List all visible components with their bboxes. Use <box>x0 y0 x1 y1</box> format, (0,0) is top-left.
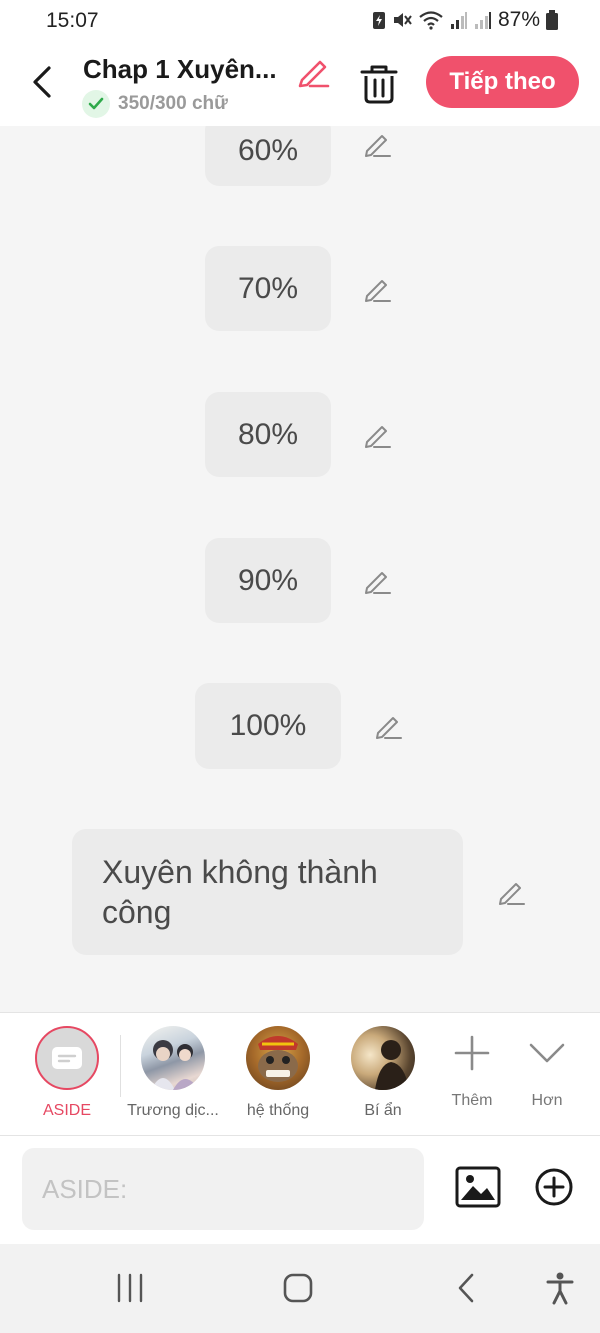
signal-icon <box>450 12 467 29</box>
pencil-icon <box>376 717 402 739</box>
trash-icon <box>360 65 398 104</box>
word-count-text: 350/300 chữ <box>118 93 228 114</box>
mute-icon <box>393 13 412 27</box>
battery-icon <box>546 10 558 30</box>
delete-button[interactable] <box>358 62 400 106</box>
signal-icon-2 <box>474 12 491 29</box>
word-count: 350/300 chữ <box>82 90 228 118</box>
home-icon <box>283 1273 313 1303</box>
pencil-icon <box>499 883 525 905</box>
add-character-button[interactable]: Thêm <box>437 1033 507 1110</box>
system-nav-bar <box>0 1244 600 1333</box>
character-name: Trương dịc... <box>127 1102 219 1119</box>
plus-icon <box>454 1035 490 1071</box>
edit-message-button[interactable] <box>362 274 392 304</box>
back-button[interactable] <box>22 60 62 104</box>
edit-title-button[interactable] <box>294 54 332 88</box>
status-bar: 15:07 87% <box>0 0 600 44</box>
wifi-icon <box>419 11 443 30</box>
avatar <box>141 1026 205 1090</box>
pencil-icon <box>365 135 391 157</box>
accessibility-icon <box>546 1272 574 1305</box>
composer <box>0 1136 600 1244</box>
battery-percent: 87% <box>497 8 540 31</box>
message-bubble[interactable]: 100% <box>195 683 341 769</box>
image-icon <box>455 1166 501 1208</box>
pencil-icon <box>298 60 330 88</box>
edit-message-button[interactable] <box>362 566 392 596</box>
divider <box>120 1035 121 1097</box>
next-button[interactable]: Tiếp theo <box>426 56 579 108</box>
recent-apps-icon <box>117 1273 143 1303</box>
message-bubble[interactable]: Xuyên không thành công <box>72 829 463 955</box>
add-label: Thêm <box>451 1092 493 1109</box>
chevron-down-icon <box>529 1043 565 1063</box>
character-name: hệ thống <box>246 1102 310 1119</box>
editor-header: Chap 1 Xuyên... 350/300 chữ Tiếp theo <box>0 44 600 126</box>
avatar <box>246 1026 310 1090</box>
chevron-left-icon <box>33 66 51 98</box>
battery-saver-icon <box>372 12 385 29</box>
insert-image-button[interactable] <box>455 1166 501 1208</box>
character-bi-an[interactable]: Bí ẩn <box>333 1026 433 1120</box>
edit-message-button[interactable] <box>362 129 392 159</box>
edit-message-button[interactable] <box>362 420 392 450</box>
back-nav-button[interactable] <box>444 1266 488 1310</box>
message-bubble[interactable]: 90% <box>205 538 331 623</box>
character-aside[interactable]: ASIDE <box>17 1026 117 1120</box>
character-he-thong[interactable]: hệ thống <box>228 1026 328 1120</box>
home-button[interactable] <box>276 1266 320 1310</box>
back-nav-icon <box>458 1273 474 1303</box>
message-input[interactable] <box>22 1148 424 1230</box>
character-bar: ASIDE Trương dịc... hệ thống Bí ẩn Thêm … <box>0 1012 600 1136</box>
more-label: Hơn <box>531 1092 563 1109</box>
add-content-button[interactable] <box>534 1167 574 1207</box>
more-button[interactable]: Hơn <box>512 1033 582 1110</box>
plus-circle-icon <box>535 1168 573 1206</box>
edit-message-button[interactable] <box>373 711 403 741</box>
recent-apps-button[interactable] <box>108 1266 152 1310</box>
message-bubble[interactable]: 80% <box>205 392 331 477</box>
avatar <box>351 1026 415 1090</box>
status-time: 15:07 <box>46 9 99 32</box>
accessibility-button[interactable] <box>538 1266 582 1310</box>
character-truong[interactable]: Trương dịc... <box>123 1026 223 1120</box>
pencil-icon <box>365 426 391 448</box>
message-bubble[interactable]: 70% <box>205 246 331 331</box>
aside-icon <box>35 1026 99 1090</box>
message-bubble[interactable]: 60% <box>205 126 331 186</box>
character-name: ASIDE <box>42 1102 91 1119</box>
message-list: 60% 70% 80% 90% 100% Xuyên không thành c… <box>0 126 600 1012</box>
chapter-title[interactable]: Chap 1 Xuyên... <box>83 54 277 85</box>
edit-message-button[interactable] <box>496 877 526 907</box>
character-name: Bí ẩn <box>364 1102 402 1119</box>
check-icon <box>82 90 110 118</box>
pencil-icon <box>365 280 391 302</box>
status-icons: 87% <box>372 8 558 32</box>
pencil-icon <box>365 572 391 594</box>
